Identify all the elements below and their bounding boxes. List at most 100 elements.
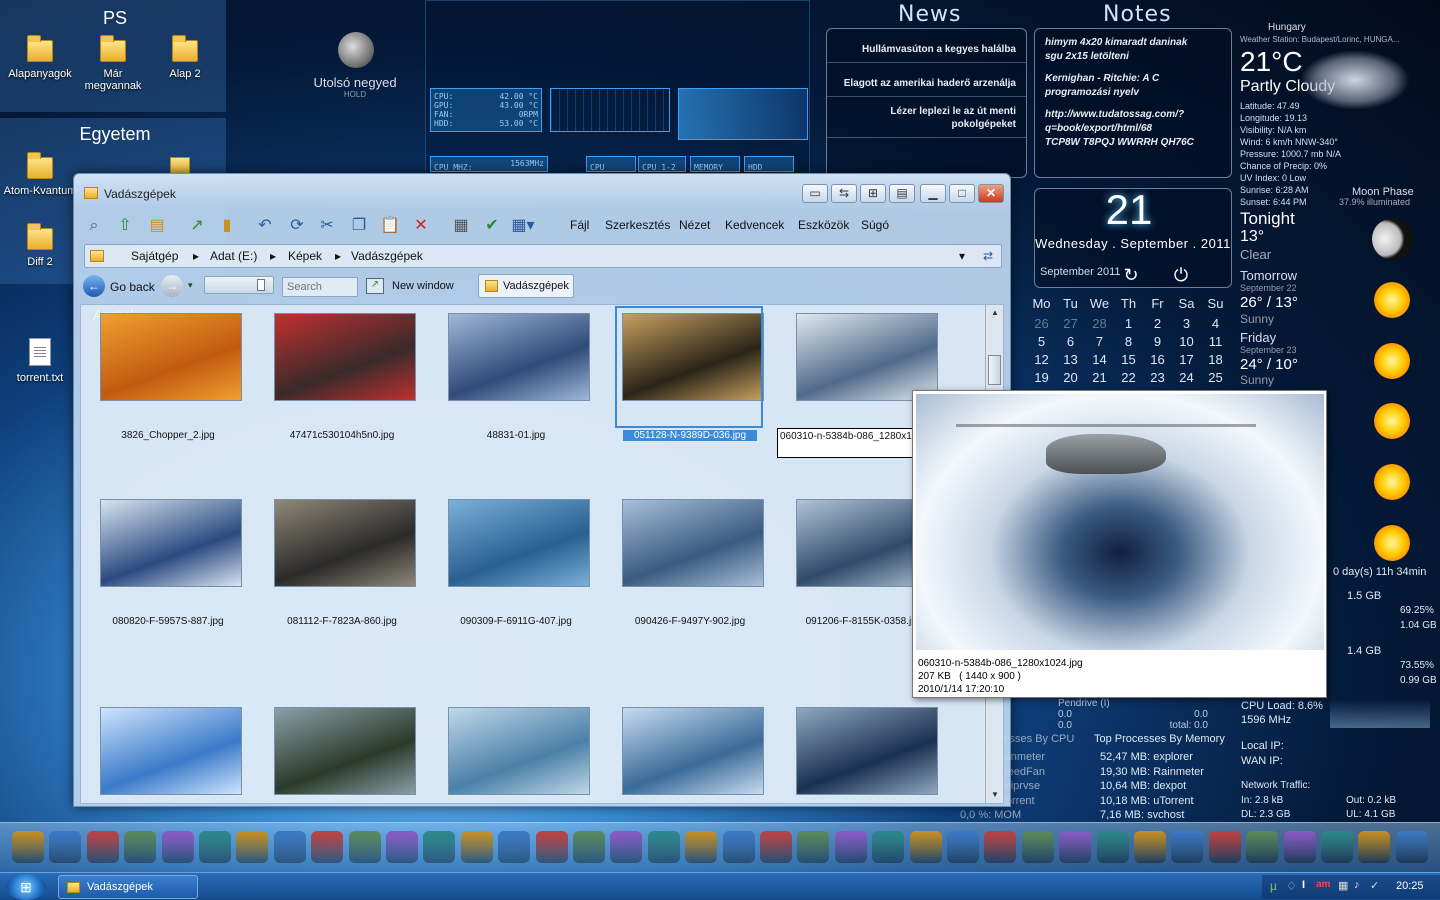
clock[interactable]: 20:25 (1396, 880, 1424, 892)
antivirus-tray-icon[interactable]: am (1316, 879, 1330, 890)
delete-icon[interactable]: ✕ (408, 213, 434, 239)
drop-icon[interactable] (947, 831, 979, 863)
calendar-day-cell[interactable]: 13 (1056, 352, 1085, 367)
file-thumbnail[interactable] (789, 681, 939, 803)
title-bar[interactable]: Vadászgépek ▭ ⇆ ⊞ ▤ ▁ □ ✕ (74, 174, 1010, 212)
address-dropdown-icon[interactable]: ▾ (959, 249, 965, 263)
folders-icon[interactable]: ▤ (144, 213, 170, 239)
close-button[interactable]: ✕ (978, 184, 1004, 203)
drop-tray-icon[interactable]: ♢ (1286, 879, 1297, 893)
zoom-slider-thumb[interactable] (257, 279, 265, 291)
calendar-day-cell[interactable]: 7 (1085, 334, 1114, 349)
new-window-label[interactable]: New window (392, 280, 454, 292)
file-thumbnail[interactable]: 48831-01.jpg (441, 309, 591, 469)
news-item[interactable]: Elagott az amerikai haderő arzenálja (827, 63, 1026, 97)
volume-tray-icon[interactable]: ♪ (1354, 879, 1360, 891)
pictures-icon[interactable] (610, 831, 643, 863)
txt-icon[interactable] (535, 831, 568, 863)
gauge-icon[interactable] (1246, 831, 1279, 863)
network-icon[interactable] (386, 831, 418, 863)
calendar-day-cell[interactable]: 25 (1201, 370, 1230, 385)
bs-icon[interactable] (872, 831, 905, 863)
menu-help[interactable]: Súgó (861, 218, 889, 232)
new-folder-icon[interactable]: ▦ (448, 213, 474, 239)
calendar-day-cell[interactable]: 27 (1056, 316, 1085, 331)
calendar-day-cell[interactable]: 16 (1143, 352, 1172, 367)
docs-icon[interactable] (49, 831, 82, 863)
file-view[interactable]: Asztal 3826_Chopper_2.jpg47471c530104h5n… (80, 304, 1004, 804)
minimize-button[interactable]: ▁ (920, 184, 946, 203)
cut-icon[interactable]: ✂ (314, 213, 340, 239)
calc-icon[interactable] (834, 831, 867, 863)
file-thumbnail[interactable] (441, 681, 591, 803)
earth-icon[interactable] (1021, 831, 1054, 863)
calendar-day-cell[interactable]: 14 (1085, 352, 1114, 367)
file-thumbnail[interactable] (267, 681, 417, 803)
ie-icon[interactable] (1208, 831, 1241, 863)
download-icon[interactable] (273, 831, 306, 863)
desktop-icon-mar-megvannak[interactable]: Már megvannak (74, 35, 152, 92)
file-name-label[interactable]: 090426-F-9497Y-902.jpg (615, 616, 765, 627)
news-item[interactable]: Lézer leplezi le az út menti pokolgépeke… (827, 97, 1026, 138)
view-button-2[interactable]: ⇆ (831, 184, 857, 203)
view-button-4[interactable]: ▤ (889, 184, 915, 203)
disc-icon[interactable] (311, 831, 344, 863)
search-icon[interactable]: ⌕ (81, 213, 107, 239)
move-to-icon[interactable]: ↗ (184, 213, 210, 239)
calendar-day-cell[interactable]: 6 (1056, 334, 1085, 349)
gear-icon[interactable] (1321, 831, 1353, 863)
new-window-icon[interactable]: ↗ (366, 278, 384, 294)
calendar-day-cell[interactable]: 28 (1085, 316, 1114, 331)
network-tray-icon[interactable]: ▦ (1338, 879, 1348, 892)
menu-file[interactable]: Fájl (570, 218, 589, 232)
taskbar-item-vadaszgepek[interactable]: Vadászgépek (58, 875, 198, 899)
user-icon[interactable] (984, 831, 1017, 863)
calendar-day-cell[interactable]: 26 (1027, 316, 1056, 331)
desktop-icon-diff-2[interactable]: Diff 2 (1, 223, 79, 268)
calendar-day-cell[interactable]: 15 (1114, 352, 1143, 367)
file-thumbnail[interactable]: 051128-N-9389D-036.jpg (615, 306, 765, 469)
edit-icon[interactable] (573, 831, 605, 863)
search-icon[interactable] (1059, 831, 1092, 863)
search-input[interactable] (282, 277, 358, 297)
ps-icon[interactable] (722, 831, 755, 863)
breadcrumb-vadaszgepek[interactable]: Vadászgépek (351, 249, 423, 263)
utorrent-tray-icon[interactable]: µ (1270, 879, 1277, 893)
file-thumbnail[interactable]: 090426-F-9497Y-902.jpg (615, 495, 765, 655)
settings-icon[interactable] (460, 831, 493, 863)
calendar-day-cell[interactable]: 12 (1027, 352, 1056, 367)
calendar-day-cell[interactable]: 5 (1027, 334, 1056, 349)
photos-icon[interactable] (161, 831, 194, 863)
address-go-icon[interactable]: ⇄ (983, 249, 993, 263)
moon-icon[interactable] (647, 831, 680, 863)
file-thumbnail[interactable]: 081112-F-7823A-860.jpg (267, 495, 417, 655)
file-name-label[interactable]: 080820-F-5957S-887.jpg (93, 616, 243, 627)
back-arrow-icon[interactable]: ← (83, 275, 105, 297)
remote-icon[interactable] (423, 831, 456, 863)
calendar-day-cell[interactable]: 10 (1172, 334, 1201, 349)
calendar-day-cell[interactable]: 9 (1143, 334, 1172, 349)
scroll-thumb[interactable] (988, 355, 1001, 385)
calendar-day-cell[interactable]: 17 (1172, 352, 1201, 367)
folder-tab[interactable]: Vadászgépek (478, 274, 574, 298)
calendar-day-cell[interactable]: 22 (1114, 370, 1143, 385)
calendar-day-cell[interactable]: 19 (1027, 370, 1056, 385)
menu-view[interactable]: Nézet (679, 218, 710, 232)
properties-icon[interactable]: ✔ (479, 213, 505, 239)
calendar-day-cell[interactable]: 23 (1143, 370, 1172, 385)
info-icon[interactable] (1171, 831, 1204, 863)
safely-remove-tray-icon[interactable]: ✓ (1370, 879, 1379, 892)
folder-up-icon[interactable]: ⇧ (112, 213, 138, 239)
calendar-day-cell[interactable]: 2 (1143, 316, 1172, 331)
calendar-day-cell[interactable]: 20 (1056, 370, 1085, 385)
file-name-label[interactable]: 3826_Chopper_2.jpg (93, 430, 243, 441)
desktop-icon-atom-kvantum[interactable]: Atom-Kvantum (1, 152, 79, 197)
recycle-icon[interactable] (1395, 831, 1428, 863)
zoom-slider[interactable] (204, 276, 274, 294)
media-icon[interactable] (86, 831, 119, 863)
cog-icon[interactable] (1358, 831, 1391, 863)
file-thumbnail[interactable]: 090309-F-6911G-407.jpg (441, 495, 591, 655)
calendar-day-cell[interactable]: 4 (1201, 316, 1230, 331)
news-item[interactable]: Hullámvasúton a kegyes halálba (827, 37, 1026, 63)
go-back-label[interactable]: Go back (110, 280, 155, 294)
